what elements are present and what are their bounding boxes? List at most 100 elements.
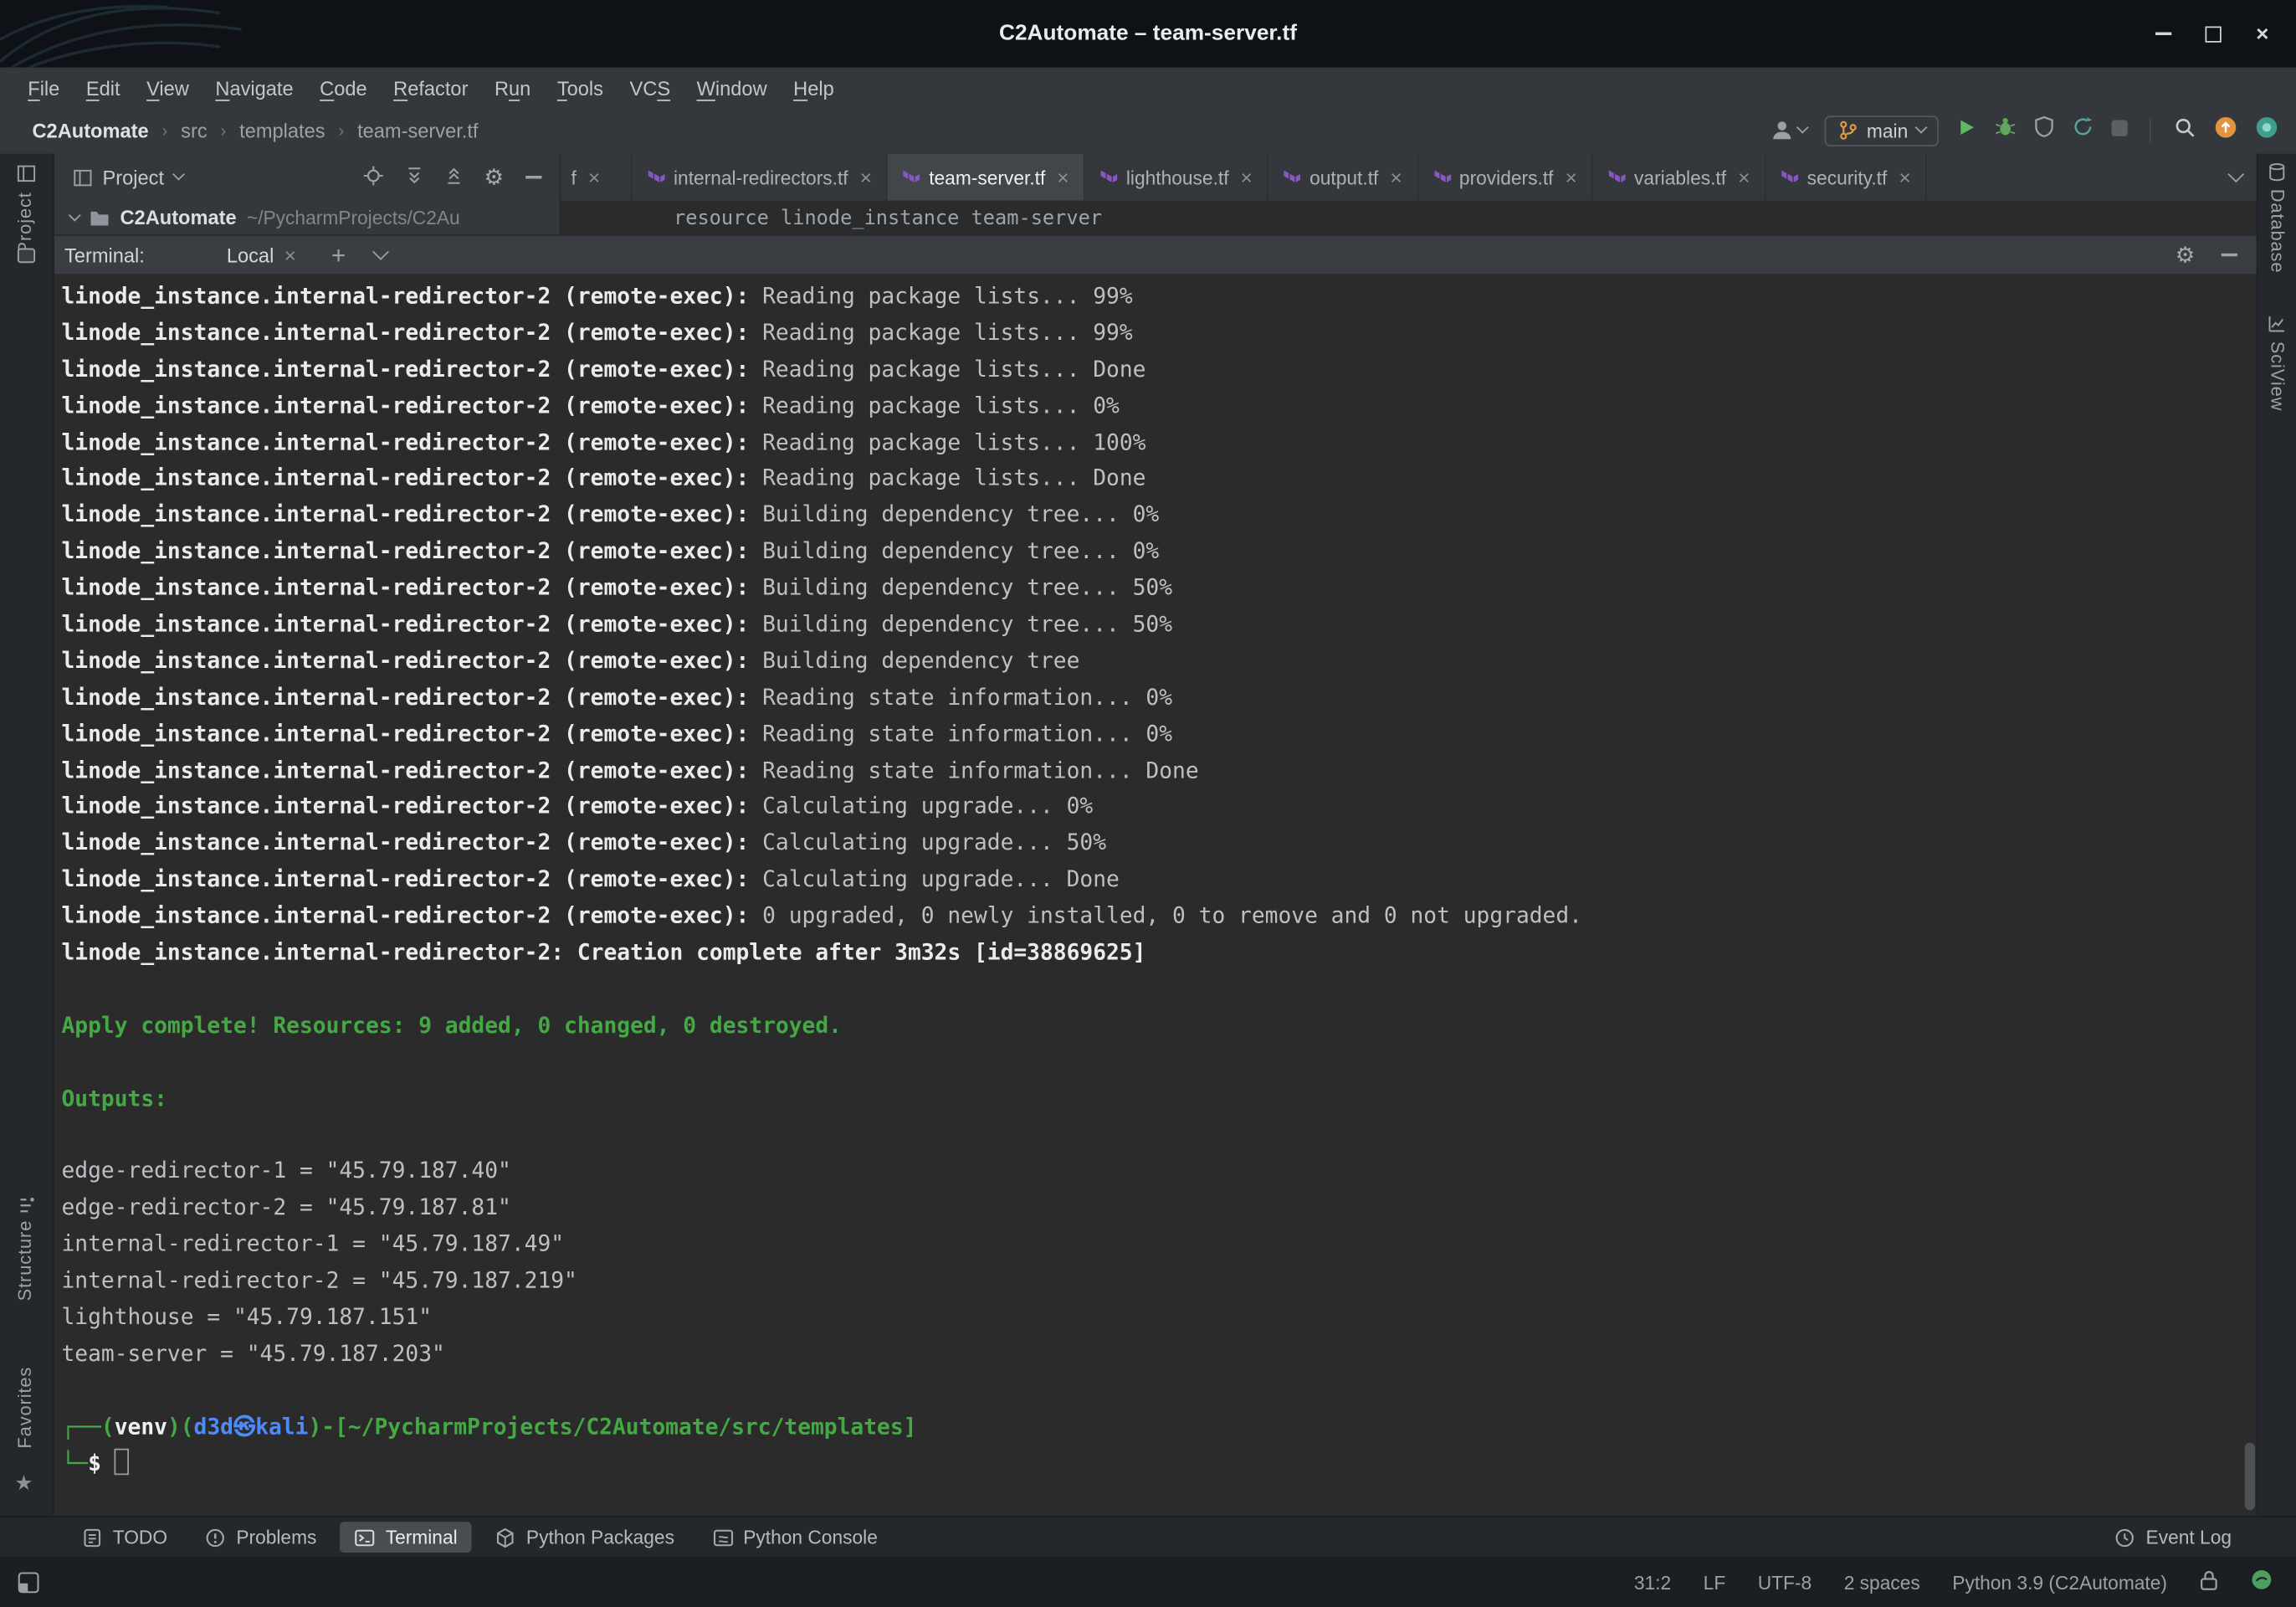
- project-stripe-icon[interactable]: [17, 164, 36, 183]
- status-widgets: 31:2 LF UTF-8 2 spaces Python 3.9 (C2Automat…: [1634, 1571, 2167, 1593]
- hide-terminal-icon[interactable]: [2222, 254, 2237, 257]
- menu-help[interactable]: Help: [780, 77, 847, 99]
- tool-stripe-project[interactable]: Project: [15, 192, 36, 254]
- minimize-window-icon[interactable]: [2153, 23, 2174, 44]
- menu-navigate[interactable]: Navigate: [202, 77, 307, 99]
- close-terminal-tab-icon[interactable]: ×: [284, 244, 296, 267]
- status-2-spaces[interactable]: 2 spaces: [1844, 1571, 1920, 1593]
- structure-stripe-icon[interactable]: [18, 1197, 35, 1214]
- users-icon[interactable]: [1770, 119, 1807, 142]
- close-window-icon[interactable]: ×: [2252, 23, 2273, 44]
- tab-close-icon[interactable]: ×: [1057, 166, 1069, 189]
- event-log-button[interactable]: Event Log: [2115, 1527, 2232, 1548]
- sciview-stripe-icon[interactable]: [2268, 315, 2286, 332]
- menu-vcs[interactable]: VCS: [617, 77, 684, 99]
- breadcrumb-c2automate[interactable]: C2Automate: [33, 120, 149, 141]
- menu-view[interactable]: View: [133, 77, 202, 99]
- menu-run[interactable]: Run: [481, 77, 544, 99]
- tab-close-icon[interactable]: ×: [1241, 166, 1253, 189]
- tool-stripe-icon[interactable]: [17, 248, 36, 264]
- tool-stripe-favorites[interactable]: Favorites: [15, 1367, 36, 1449]
- breadcrumb-team-server.tf[interactable]: team-server.tf: [357, 120, 478, 141]
- tool-stripe-database[interactable]: Database: [2267, 189, 2288, 274]
- terminal-scrollbar[interactable]: [2245, 1443, 2255, 1511]
- status-31-2[interactable]: 31:2: [1634, 1571, 1671, 1593]
- tab-close-icon[interactable]: ×: [1738, 166, 1750, 189]
- terminal-text-segment: linode_instance.internal-redirector-2 (r…: [62, 538, 750, 565]
- editor-tab-internal-redirectors.tf[interactable]: internal-redirectors.tf×: [633, 154, 888, 201]
- menu-bar: FileEditViewNavigateCodeRefactorRunTools…: [0, 68, 2296, 109]
- terraform-file-icon: [1099, 167, 1117, 187]
- code-with-me-icon[interactable]: [2255, 115, 2278, 146]
- editor-tab-security.tf[interactable]: security.tf×: [1766, 154, 1927, 201]
- terminal-line: internal-redirector-2 = "45.79.187.219": [62, 1263, 2258, 1300]
- debug-button[interactable]: [1995, 116, 2017, 145]
- favorites-star-icon[interactable]: ★: [15, 1472, 33, 1496]
- run-with-coverage-button[interactable]: [2034, 116, 2055, 145]
- toolwindow-button-python-console[interactable]: Python Console: [698, 1522, 892, 1553]
- editor-area[interactable]: resource linode_instance team-server: [561, 201, 2258, 234]
- toolwindow-button-problems[interactable]: Problems: [191, 1522, 331, 1553]
- editor-tab-variables.tf[interactable]: variables.tf ×: [1593, 154, 1766, 201]
- breadcrumb-templates[interactable]: templates: [239, 120, 325, 141]
- breadcrumb-src[interactable]: src: [181, 120, 208, 141]
- toolwindow-toggle-icon[interactable]: [18, 1571, 39, 1593]
- status-utf-8[interactable]: UTF-8: [1758, 1571, 1812, 1593]
- git-branch-selector[interactable]: main: [1824, 115, 1939, 146]
- maximize-window-icon[interactable]: [2202, 23, 2223, 44]
- write-access-lock-icon[interactable]: [2200, 1568, 2219, 1595]
- terminal-line: linode_instance.internal-redirector-2: C…: [62, 935, 2258, 972]
- terminal-line: lighthouse = "45.79.187.151": [62, 1299, 2258, 1336]
- editor-tab-output.tf[interactable]: output.tf×: [1268, 154, 1418, 201]
- editor-tab-team-server.tf[interactable]: team-server.tf×: [888, 154, 1085, 201]
- locate-file-icon[interactable]: [362, 165, 383, 190]
- terminal-output[interactable]: linode_instance.internal-redirector-2 (r…: [53, 274, 2258, 1516]
- editor-tab-f[interactable]: f×: [561, 154, 633, 201]
- terminal-settings-gear-icon[interactable]: ⚙: [2176, 244, 2196, 265]
- project-tool-window-header[interactable]: Project ⚙: [53, 154, 561, 201]
- toolwindow-button-python-packages[interactable]: Python Packages: [481, 1522, 689, 1553]
- menu-code[interactable]: Code: [306, 77, 380, 99]
- tool-stripe-structure[interactable]: Structure: [15, 1220, 36, 1302]
- expand-all-icon[interactable]: [405, 167, 423, 188]
- terminal-text-segment: venv: [115, 1413, 167, 1440]
- update-available-icon[interactable]: [2214, 115, 2237, 146]
- search-everywhere-icon[interactable]: [2173, 115, 2196, 146]
- profiler-button[interactable]: [2072, 116, 2094, 145]
- tab-close-icon[interactable]: ×: [588, 166, 600, 189]
- terminal-sessions-dropdown-icon[interactable]: [372, 244, 389, 260]
- tab-close-icon[interactable]: ×: [1899, 166, 1910, 189]
- tool-stripe-sciview[interactable]: SciView: [2267, 341, 2288, 412]
- editor-tab-bar: f×internal-redirectors.tf×team-server.tf…: [561, 154, 2214, 201]
- tab-close-icon[interactable]: ×: [860, 166, 872, 189]
- terminal-text-segment: Calculating upgrade... 0%: [749, 793, 1093, 820]
- run-button[interactable]: [1956, 116, 1977, 144]
- hide-project-panel-icon[interactable]: [525, 176, 541, 179]
- menu-edit[interactable]: Edit: [73, 77, 133, 99]
- status-python-3-9-c2automate-[interactable]: Python 3.9 (C2Automate): [1952, 1571, 2167, 1593]
- menu-window[interactable]: Window: [684, 77, 781, 99]
- hidden-tabs-icon[interactable]: [2214, 154, 2258, 201]
- tab-close-icon[interactable]: ×: [1565, 166, 1576, 189]
- new-terminal-session-icon[interactable]: +: [331, 243, 346, 268]
- status-widget-icon[interactable]: [2251, 1568, 2273, 1595]
- tree-expand-icon[interactable]: [69, 208, 81, 221]
- editor-tab-providers.tf[interactable]: providers.tf×: [1418, 154, 1593, 201]
- status-lf[interactable]: LF: [1704, 1571, 1726, 1593]
- collapse-all-icon[interactable]: [444, 167, 462, 188]
- editor-visible-line: resource linode_instance team-server: [674, 206, 1102, 229]
- stop-button[interactable]: [2112, 117, 2128, 144]
- project-settings-gear-icon[interactable]: ⚙: [484, 167, 504, 188]
- database-stripe-icon[interactable]: [2268, 162, 2286, 182]
- editor-tab-lighthouse.tf[interactable]: lighthouse.tf×: [1085, 154, 1268, 201]
- tab-label: variables.tf: [1634, 167, 1726, 188]
- menu-refactor[interactable]: Refactor: [380, 77, 481, 99]
- terminal-tab-local[interactable]: Local ×: [227, 244, 296, 267]
- project-tree-root[interactable]: C2Automate ~/PycharmProjects/C2Au: [53, 201, 561, 234]
- menu-file[interactable]: File: [15, 77, 74, 99]
- toolwindow-button-todo[interactable]: TODO: [68, 1522, 182, 1553]
- tab-close-icon[interactable]: ×: [1390, 166, 1402, 189]
- terminal-text-segment: internal-redirector-1 = "45.79.187.49": [62, 1230, 565, 1257]
- toolwindow-button-terminal[interactable]: Terminal: [340, 1522, 472, 1553]
- menu-tools[interactable]: Tools: [544, 77, 617, 99]
